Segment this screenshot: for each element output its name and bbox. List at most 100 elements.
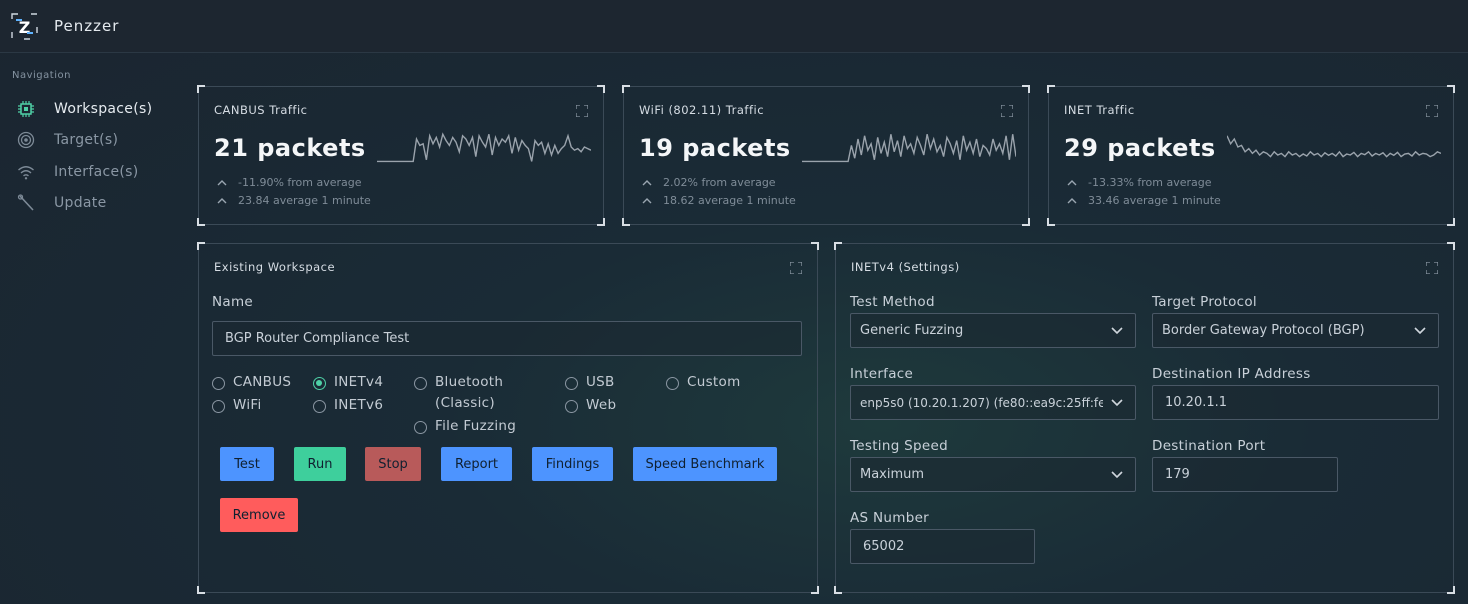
average-stat: 33.46 average 1 minute (1067, 194, 1221, 207)
radio-web[interactable]: Web (565, 397, 617, 416)
inet-traffic-panel: INET Traffic 29 packets -13.33% from ave… (1047, 85, 1455, 226)
as-number-input[interactable]: 65002 (850, 529, 1035, 564)
caret-up-icon (642, 179, 652, 185)
panel-title: INETv4 (Settings) (851, 260, 960, 274)
average-stat: 18.62 average 1 minute (642, 194, 796, 207)
testing-speed-select[interactable]: Maximum (850, 457, 1136, 492)
packet-count: 29 packets (1064, 134, 1216, 162)
radio-label: Bluetooth (Classic) (435, 374, 504, 411)
panel-title: Existing Workspace (214, 260, 336, 274)
name-input[interactable]: BGP Router Compliance Test (212, 321, 802, 356)
caret-up-icon (642, 197, 652, 203)
radio-usb[interactable]: USB (565, 374, 615, 393)
sparkline (802, 134, 1016, 163)
radio-label: WiFi (233, 397, 262, 413)
radio-custom[interactable]: Custom (666, 374, 741, 393)
radio-label: Web (586, 397, 617, 413)
caret-up-icon (1067, 197, 1077, 203)
nav-item-targets[interactable]: Target(s) (16, 128, 118, 152)
destination-ip-input[interactable]: 10.20.1.1 (1152, 385, 1439, 420)
expand-icon[interactable] (1426, 105, 1438, 117)
radio-inetv4[interactable]: INETv4 (313, 374, 384, 393)
packet-count: 21 packets (214, 134, 366, 162)
average-text: 18.62 average 1 minute (663, 194, 796, 207)
sparkline-path (802, 134, 1016, 163)
wifi-icon (16, 162, 36, 182)
interface-value: enp5s0 (10.20.1.207) (fe80::ea9c:25ff:fe (860, 395, 1103, 410)
radio-inetv6[interactable]: INETv6 (313, 397, 383, 416)
expand-icon[interactable] (1001, 105, 1013, 117)
change-text: 2.02% from average (663, 176, 776, 189)
stop-button[interactable]: Stop (365, 447, 421, 481)
target-icon (16, 130, 36, 150)
caret-up-icon (1067, 179, 1077, 185)
radio-label: File Fuzzing (435, 418, 517, 434)
name-label: Name (212, 294, 254, 310)
target-protocol-select[interactable]: Border Gateway Protocol (BGP) (1152, 313, 1439, 348)
chip-icon (16, 99, 36, 119)
target-protocol-label: Target Protocol (1152, 294, 1257, 310)
as-number-value: 65002 (863, 539, 905, 554)
nav-label-interfaces: Interface(s) (54, 164, 139, 180)
radio-label: CANBUS (233, 374, 292, 390)
change-stat: -11.90% from average (217, 176, 362, 189)
destination-ip-label: Destination IP Address (1152, 366, 1311, 382)
radio-label: INETv4 (334, 374, 384, 390)
radio-wifi[interactable]: WiFi (212, 397, 262, 416)
nav-label-workspaces: Workspace(s) (54, 101, 153, 117)
expand-icon[interactable] (576, 105, 588, 117)
wrench-icon (16, 193, 36, 213)
average-stat: 23.84 average 1 minute (217, 194, 371, 207)
interface-label: Interface (850, 366, 914, 382)
speed-benchmark-button[interactable]: Speed Benchmark (633, 447, 777, 481)
canbus-traffic-panel: CANBUS Traffic 21 packets -11.90% from a… (197, 85, 605, 226)
interface-select[interactable]: enp5s0 (10.20.1.207) (fe80::ea9c:25ff:fe (850, 385, 1136, 420)
destination-port-value: 179 (1165, 467, 1190, 482)
sparkline (377, 132, 591, 163)
chevron-down-icon (1111, 327, 1123, 335)
test-method-label: Test Method (850, 294, 935, 310)
remove-button[interactable]: Remove (220, 498, 298, 532)
app-title: Penzzer (54, 17, 120, 35)
caret-up-icon (217, 197, 227, 203)
name-value: BGP Router Compliance Test (225, 331, 410, 346)
test-method-value: Generic Fuzzing (860, 323, 964, 338)
caret-up-icon (217, 179, 227, 185)
packet-count: 19 packets (639, 134, 791, 162)
change-stat: 2.02% from average (642, 176, 776, 189)
testing-speed-value: Maximum (860, 467, 925, 482)
radio-bluetooth-classic[interactable]: Bluetooth (Classic) (414, 374, 524, 414)
nav-label-update: Update (54, 195, 107, 211)
panel-title: WiFi (802.11) Traffic (639, 103, 765, 117)
change-text: -13.33% from average (1088, 176, 1212, 189)
target-protocol-value: Border Gateway Protocol (BGP) (1162, 323, 1365, 338)
report-button[interactable]: Report (441, 447, 512, 481)
panel-title: CANBUS Traffic (214, 103, 308, 117)
expand-icon[interactable] (790, 262, 802, 274)
testing-speed-label: Testing Speed (850, 438, 948, 454)
chevron-down-icon (1414, 327, 1426, 335)
penzzer-logo-icon[interactable]: Z (11, 13, 38, 40)
nav-item-interfaces[interactable]: Interface(s) (16, 160, 139, 184)
nav-item-workspaces[interactable]: Workspace(s) (16, 97, 152, 121)
change-text: -11.90% from average (238, 176, 362, 189)
as-number-label: AS Number (850, 510, 930, 526)
panel-title: INET Traffic (1064, 103, 1135, 117)
destination-ip-value: 10.20.1.1 (1165, 395, 1228, 410)
nav-item-update[interactable]: Update (16, 191, 107, 215)
run-button[interactable]: Run (294, 447, 346, 481)
findings-button[interactable]: Findings (532, 447, 613, 481)
sparkline-path (377, 132, 591, 163)
test-button[interactable]: Test (220, 447, 274, 481)
radio-label: USB (586, 374, 615, 390)
nav-heading: Navigation (12, 70, 71, 81)
destination-port-label: Destination Port (1152, 438, 1266, 454)
radio-canbus[interactable]: CANBUS (212, 374, 292, 393)
destination-port-input[interactable]: 179 (1152, 457, 1338, 492)
test-method-select[interactable]: Generic Fuzzing (850, 313, 1136, 348)
average-text: 33.46 average 1 minute (1088, 194, 1221, 207)
chevron-down-icon (1111, 471, 1123, 479)
chevron-down-icon (1111, 399, 1123, 407)
radio-file-fuzzing[interactable]: File Fuzzing (414, 418, 517, 437)
expand-icon[interactable] (1426, 262, 1438, 274)
